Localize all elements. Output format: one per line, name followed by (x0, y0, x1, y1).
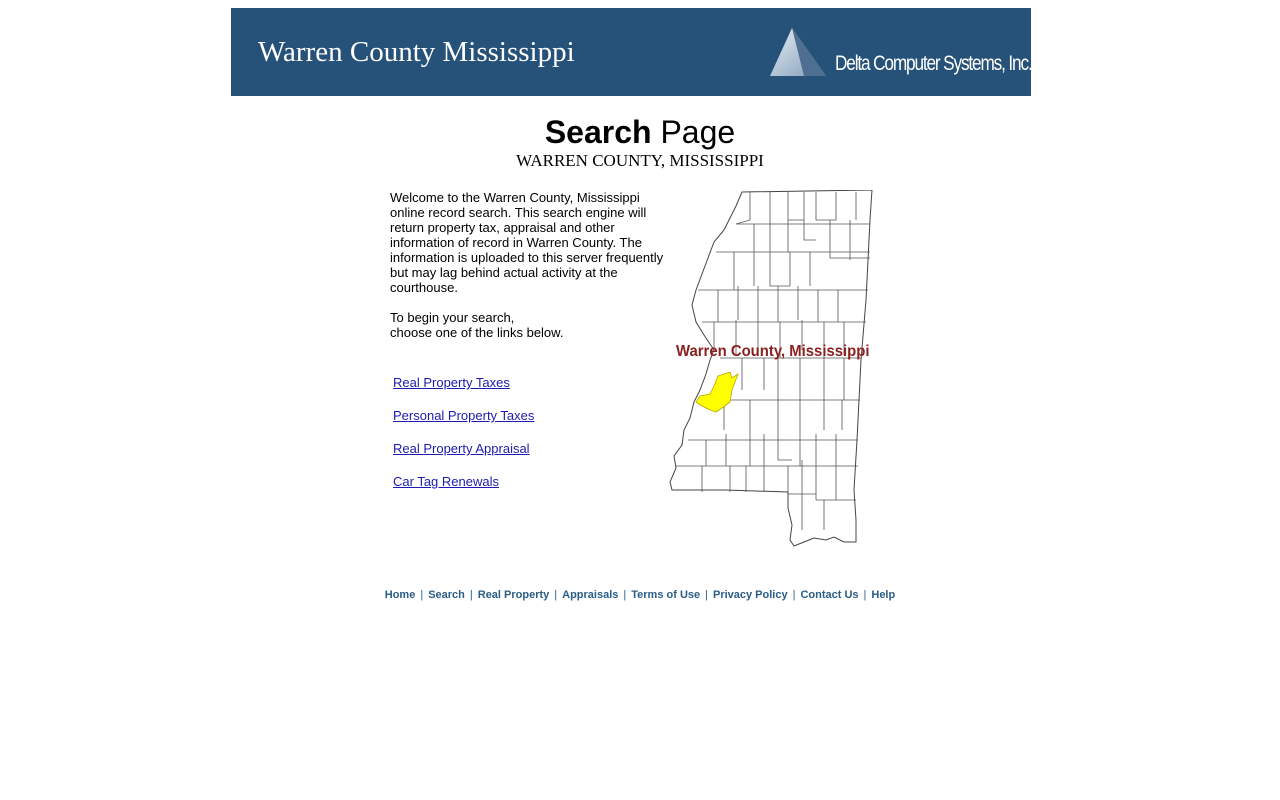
page-title: Search Page (0, 112, 1280, 152)
mississippi-map (669, 190, 873, 547)
header-banner: Warren County Mississippi Delta Computer… (231, 8, 1033, 96)
personal-property-taxes-link[interactable]: Personal Property Taxes (393, 408, 534, 423)
footer-link-search[interactable]: Search (428, 589, 465, 601)
delta-logo[interactable]: Delta Computer Systems, Inc. (768, 22, 1033, 86)
logo-text: Delta Computer Systems, Inc. (835, 52, 1033, 75)
footer-separator: | (554, 589, 558, 601)
footer-nav: Home | Search | Real Property | Appraisals | Ter… (0, 589, 1280, 601)
page-subtitle: WARREN COUNTY, MISSISSIPPI (516, 151, 764, 170)
footer-link-home[interactable]: Home (385, 589, 416, 601)
instruction-line-2: choose one of the links below. (390, 325, 564, 340)
list-item: Real Property Taxes (393, 374, 534, 407)
pyramid-logo-icon (770, 28, 826, 76)
state-outline (669, 190, 873, 547)
search-links: Real Property Taxes Personal Property Ta… (393, 374, 534, 506)
instruction-paragraph: To begin your search, choose one of the l… (390, 310, 665, 340)
footer-link-appraisals[interactable]: Appraisals (562, 589, 618, 601)
list-item: Real Property Appraisal (393, 440, 534, 473)
instruction-line-1: To begin your search, (390, 310, 515, 325)
list-item: Car Tag Renewals (393, 473, 534, 506)
page-title-bold: Search (544, 114, 652, 150)
car-tag-renewals-link[interactable]: Car Tag Renewals (393, 474, 499, 489)
footer-link-contact-us[interactable]: Contact Us (800, 589, 858, 601)
real-property-appraisal-link[interactable]: Real Property Appraisal (393, 441, 530, 456)
footer-separator: | (623, 589, 627, 601)
footer-link-real-property[interactable]: Real Property (478, 589, 550, 601)
list-item: Personal Property Taxes (393, 407, 534, 440)
footer-link-terms-of-use[interactable]: Terms of Use (631, 589, 700, 601)
intro-paragraph: Welcome to the Warren County, Mississipp… (390, 190, 664, 295)
footer-link-help[interactable]: Help (871, 589, 895, 601)
site-title: Warren County Mississippi (258, 36, 575, 68)
footer-separator: | (705, 589, 708, 601)
footer-separator: | (420, 589, 424, 601)
footer-separator: | (863, 589, 867, 601)
map-label: Warren County, Mississippi (676, 343, 870, 360)
footer-separator: | (469, 589, 473, 601)
intro-text: Welcome to the Warren County, Mississipp… (390, 190, 665, 340)
footer-separator: | (792, 589, 796, 601)
footer-link-privacy-policy[interactable]: Privacy Policy (713, 589, 788, 601)
page-title-rest: Page (651, 114, 736, 150)
real-property-taxes-link[interactable]: Real Property Taxes (393, 375, 510, 390)
